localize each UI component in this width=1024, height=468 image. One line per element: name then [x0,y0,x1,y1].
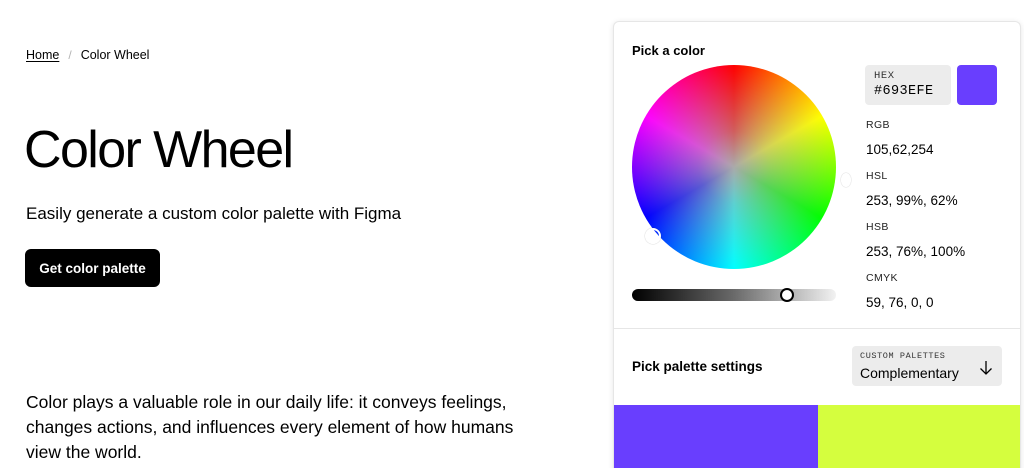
brightness-slider-knob[interactable] [780,288,795,302]
breadcrumb: Home / Color Wheel [26,48,149,62]
custom-palettes-value: Complementary [860,365,959,381]
selected-color-swatch [957,65,997,105]
palette-settings-title: Pick palette settings [632,359,763,374]
hsb-label: HSB [866,221,889,233]
get-color-palette-button[interactable]: Get color palette [25,249,160,287]
pick-color-title: Pick a color [632,43,705,58]
cmyk-info: CMYK 59, 76, 0, 0 [866,272,934,311]
color-picker-card: Pick a color HEX #693EFE RGB 105,62,254 … [613,21,1021,468]
breadcrumb-home-link[interactable]: Home [26,48,59,62]
hex-value[interactable]: #693EFE [874,83,942,100]
palette-swatches [614,405,1020,468]
page: Home / Color Wheel Color Wheel Easily ge… [0,0,1024,468]
intro-paragraph: Color plays a valuable role in our daily… [26,392,514,462]
color-wheel-primary-handle[interactable] [645,228,661,244]
breadcrumb-separator: / [68,48,72,62]
cmyk-label: CMYK [866,272,898,284]
card-divider [614,328,1020,329]
hsl-info: HSL 253, 99%, 62% [866,170,958,209]
color-wheel-secondary-handle[interactable] [841,173,851,187]
rgb-info: RGB 105,62,254 [866,119,934,158]
arrow-down-icon [979,360,993,376]
custom-palettes-label: CUSTOM PALETTES [860,351,946,361]
page-title: Color Wheel [24,121,294,179]
color-wheel[interactable] [632,65,851,269]
cmyk-value: 59, 76, 0, 0 [866,295,934,310]
rgb-value: 105,62,254 [866,142,934,157]
hsl-label: HSL [866,170,888,182]
hex-input[interactable]: HEX #693EFE [865,65,951,105]
breadcrumb-current: Color Wheel [80,48,150,62]
page-subtitle: Easily generate a custom color palette w… [26,204,402,223]
custom-palettes-select[interactable]: CUSTOM PALETTES Complementary [852,346,1002,386]
hsl-value: 253, 99%, 62% [866,193,958,208]
brightness-slider[interactable] [632,288,836,302]
hex-label: HEX [874,70,895,82]
hsb-info: HSB 253, 76%, 100% [866,221,965,260]
palette-swatch-1[interactable] [614,405,818,468]
palette-swatch-2[interactable] [818,405,1020,468]
hsb-value: 253, 76%, 100% [866,244,966,259]
rgb-label: RGB [866,119,890,131]
